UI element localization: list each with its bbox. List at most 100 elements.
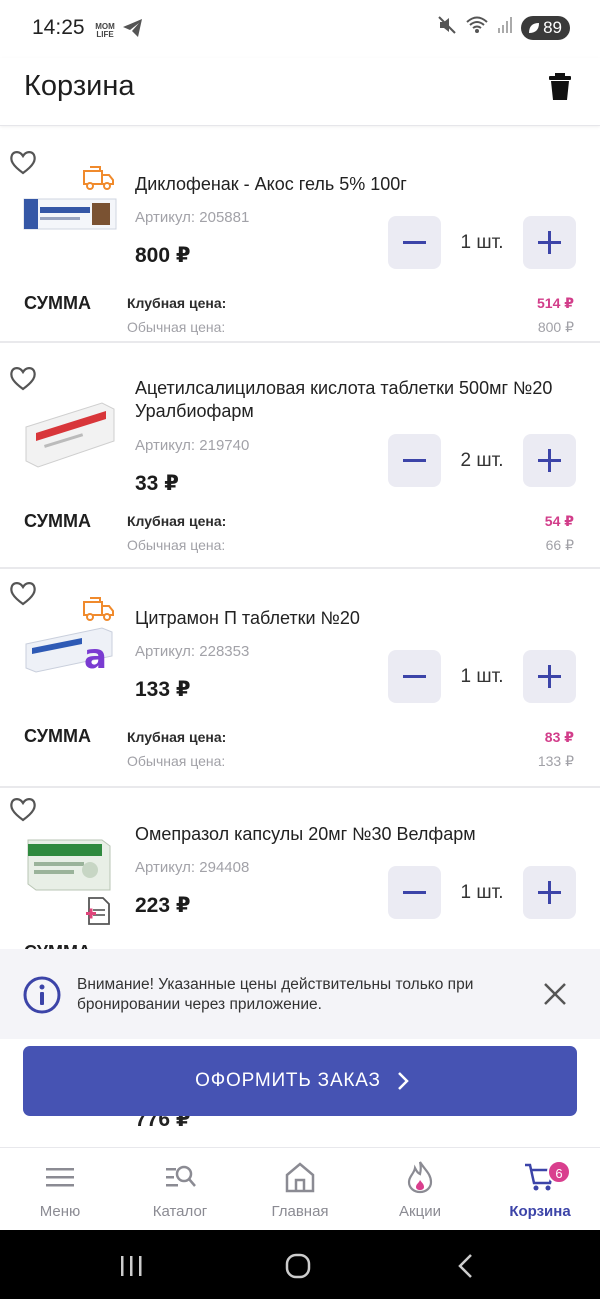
cart-item: Диклофенак - Акос гель 5% 100г Артикул: … (0, 127, 600, 343)
sum-label: СУММА (24, 726, 91, 746)
product-name[interactable]: Омепразол капсулы 20мг №30 Велфарм (135, 823, 575, 846)
product-name[interactable]: Ацетилсалициловая кислота таблетки 500мг… (135, 377, 575, 423)
favorite-heart-icon[interactable] (8, 147, 38, 177)
quantity-increase-button[interactable] (523, 434, 576, 487)
status-left-icons: MOM LIFE (94, 18, 144, 43)
club-price-label: Клубная цена: (127, 513, 227, 529)
status-bar: 14:25 MOM LIFE 89 (0, 0, 600, 58)
notice-text: Внимание! Указанные цены действительны т… (77, 976, 474, 1013)
club-price-value: 54 ₽ (544, 513, 574, 529)
sum-label: СУММА (24, 293, 91, 313)
battery-level: 89 (543, 17, 562, 37)
quantity-value: 1 шт. (460, 666, 504, 687)
quantity-decrease-button[interactable] (388, 866, 441, 919)
product-sku: Артикул: 294408 (135, 859, 250, 876)
close-icon[interactable] (541, 980, 569, 1008)
leaf-icon (527, 20, 541, 40)
nav-item-promotions[interactable]: Акции (360, 1148, 480, 1231)
status-right-icons: 89 (437, 15, 570, 40)
regular-price-value: 66 ₽ (545, 537, 574, 553)
checkout-button-label: ОФОРМИТЬ ЗАКАЗ (195, 1070, 381, 1091)
product-image[interactable]: a (22, 624, 118, 700)
nav-item-home[interactable]: Главная (240, 1148, 360, 1231)
cart-list: Диклофенак - Акос гель 5% 100г Артикул: … (0, 127, 600, 949)
quantity-decrease-button[interactable] (388, 434, 441, 487)
signal-icon (497, 16, 513, 39)
product-image[interactable] (22, 193, 118, 269)
momlife-icon: MOM LIFE (95, 21, 115, 39)
product-sku: Артикул: 219740 (135, 437, 250, 454)
regular-price-label: Обычная цена: (127, 537, 226, 553)
sum-label: СУММА (24, 942, 91, 949)
menu-icon (43, 1160, 77, 1194)
cart-item: Омепразол капсулы 20мг №30 Велфарм Артик… (0, 788, 600, 949)
product-price: 133 ₽ (135, 678, 191, 701)
cart-item: a Цитрамон П таблетки №20 Артикул: 22835… (0, 572, 600, 788)
page-title: Корзина (24, 70, 135, 102)
quantity-decrease-button[interactable] (388, 216, 441, 269)
home-button-icon[interactable] (283, 1252, 313, 1280)
regular-price-label: Обычная цена: (127, 753, 226, 769)
product-sku: Артикул: 228353 (135, 643, 250, 660)
nav-label: Каталог (152, 1203, 208, 1220)
delivery-truck-icon (80, 594, 116, 624)
product-price: 33 ₽ (135, 472, 179, 495)
catalog-search-icon (163, 1160, 197, 1194)
club-price-value: 514 ₽ (537, 295, 574, 311)
home-icon (283, 1160, 317, 1194)
telegram-icon (122, 18, 144, 43)
recent-apps-icon[interactable] (116, 1252, 146, 1280)
cart-item: Ацетилсалициловая кислота таблетки 500мг… (0, 353, 600, 569)
screen: 14:25 MOM LIFE 89 Корзина Диклофенак - А… (0, 0, 600, 1299)
club-price-label: Клубная цена: (127, 295, 227, 311)
info-icon (22, 975, 62, 1015)
delivery-truck-icon (80, 163, 116, 193)
nav-item-catalog[interactable]: Каталог (120, 1148, 240, 1231)
battery-indicator: 89 (521, 15, 570, 40)
status-time: 14:25 (32, 16, 85, 39)
regular-price-value: 133 ₽ (537, 753, 574, 769)
checkout-button[interactable]: ОФОРМИТЬ ЗАКАЗ (23, 1046, 577, 1116)
product-image[interactable] (22, 834, 112, 904)
product-name[interactable]: Цитрамон П таблетки №20 (135, 607, 575, 630)
price-notice-banner: Внимание! Указанные цены действительны т… (0, 949, 600, 1039)
quantity-value: 1 шт. (460, 232, 504, 253)
regular-price-label: Обычная цена: (127, 319, 226, 335)
nav-label: Главная (271, 1203, 329, 1220)
favorite-heart-icon[interactable] (8, 363, 38, 393)
quantity-increase-button[interactable] (523, 650, 576, 703)
favorite-heart-icon[interactable] (8, 578, 38, 608)
product-image[interactable] (22, 397, 118, 473)
app-header: Корзина (0, 58, 600, 126)
quantity-decrease-button[interactable] (388, 650, 441, 703)
regular-price-value: 800 ₽ (537, 319, 574, 335)
prescription-icon (86, 896, 112, 926)
product-sku: Артикул: 205881 (135, 209, 250, 226)
mute-icon (437, 15, 457, 40)
cart-count-badge: 6 (547, 1160, 571, 1184)
club-price-value: 83 ₽ (544, 729, 574, 745)
wifi-icon (465, 15, 489, 40)
product-name[interactable]: Диклофенак - Акос гель 5% 100г (135, 173, 575, 196)
system-navigation-bar (0, 1230, 600, 1299)
product-price: 223 ₽ (135, 894, 191, 917)
quantity-increase-button[interactable] (523, 866, 576, 919)
flame-icon (403, 1160, 437, 1194)
svg-text:a: a (84, 637, 107, 676)
quantity-increase-button[interactable] (523, 216, 576, 269)
sum-label: СУММА (24, 511, 91, 531)
nav-label: Акции (399, 1203, 441, 1220)
trash-icon[interactable] (544, 70, 576, 102)
quantity-value: 1 шт. (460, 882, 504, 903)
back-icon[interactable] (452, 1252, 482, 1280)
bottom-navigation: Меню Каталог Главная Акции 6 Корзина (0, 1147, 600, 1230)
favorite-heart-icon[interactable] (8, 794, 38, 824)
product-price: 800 ₽ (135, 244, 191, 267)
nav-label: Меню (39, 1203, 81, 1220)
nav-item-menu[interactable]: Меню (0, 1148, 120, 1231)
quantity-value: 2 шт. (460, 450, 504, 471)
nav-item-cart[interactable]: 6 Корзина (480, 1148, 600, 1231)
nav-label: Корзина (509, 1203, 571, 1220)
club-price-label: Клубная цена: (127, 729, 227, 745)
chevron-right-icon (396, 1070, 410, 1097)
